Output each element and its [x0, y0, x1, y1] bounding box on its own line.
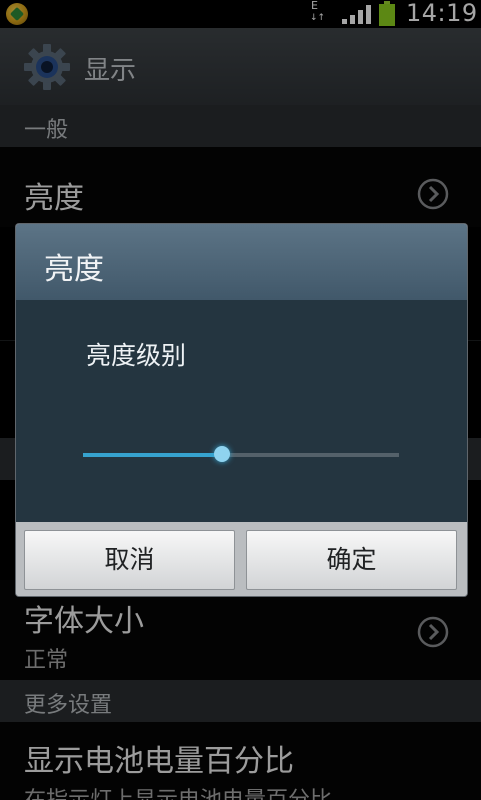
cancel-button[interactable]: 取消 [24, 530, 235, 590]
dialog-button-bar: 取消 确定 [16, 522, 467, 596]
dialog-body: 亮度级别 [16, 300, 467, 522]
ok-button[interactable]: 确定 [246, 530, 457, 590]
brightness-level-label: 亮度级别 [86, 341, 187, 370]
dialog-title: 亮度 [44, 252, 104, 287]
dialog-header: 亮度 [16, 224, 467, 300]
brightness-slider-fill [83, 453, 222, 457]
brightness-slider-thumb[interactable] [214, 446, 230, 462]
brightness-dialog: 亮度 亮度级别 取消 确定 [16, 224, 467, 596]
